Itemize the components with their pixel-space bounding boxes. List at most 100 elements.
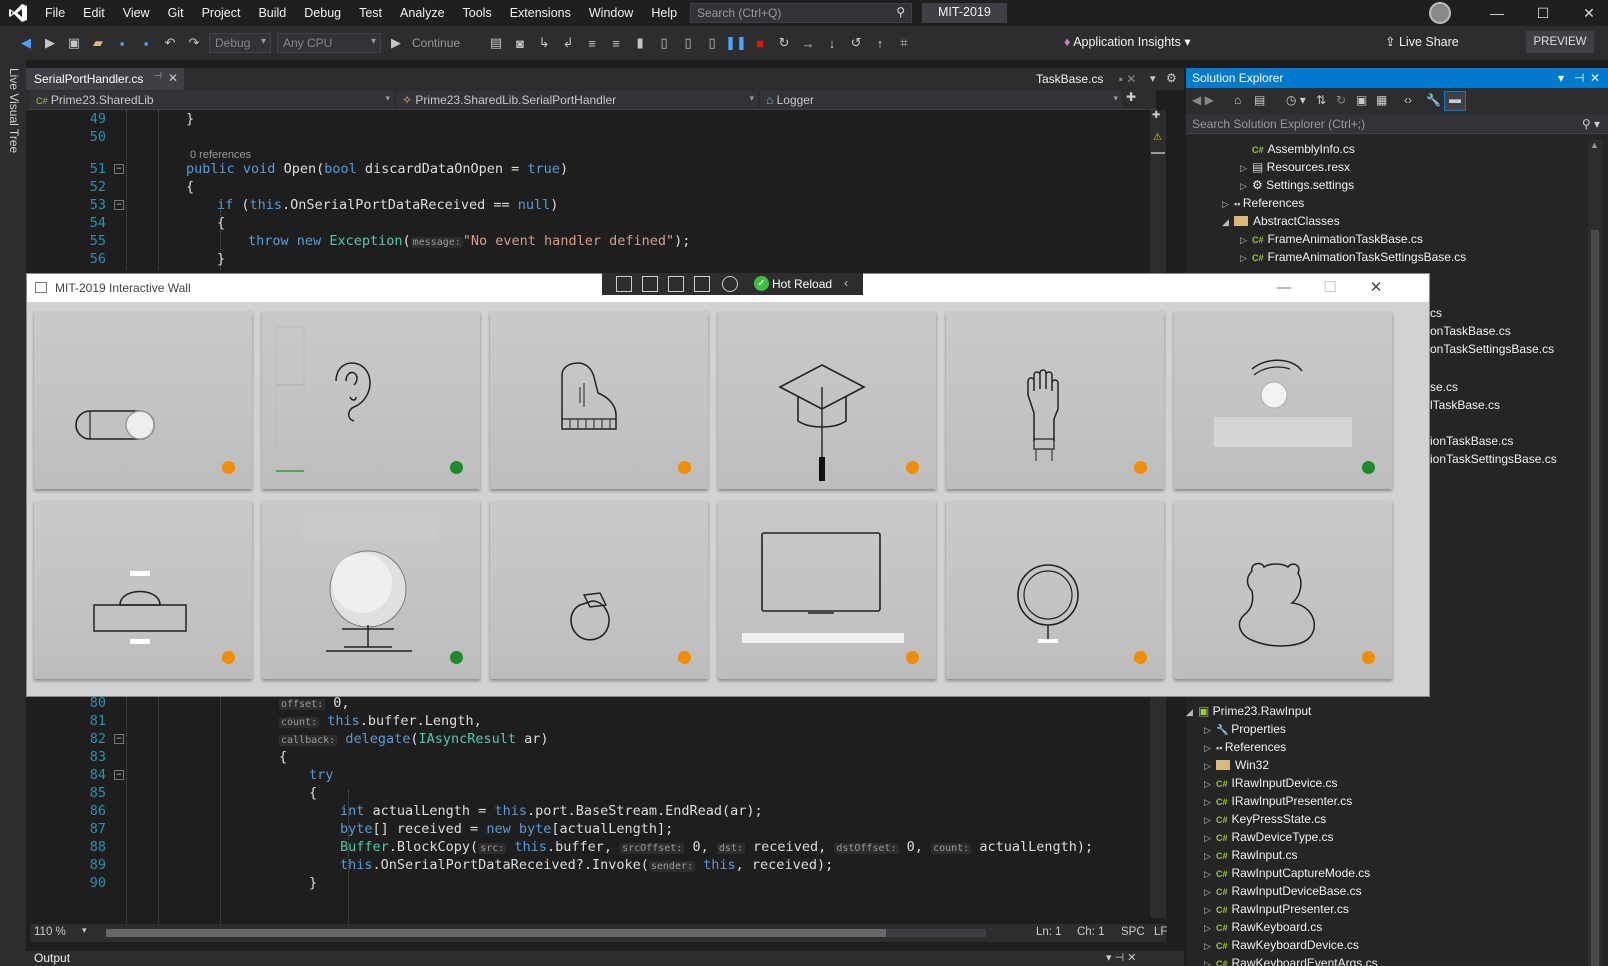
minimize-button[interactable]: — [1474, 0, 1520, 26]
play-icon[interactable]: ▶ [387, 34, 405, 52]
tab-taskbase[interactable]: TaskBase.cs ▪ ✕ [1036, 72, 1136, 86]
tree-item[interactable]: ◢ AbstractClasses [1222, 212, 1340, 230]
go-to-live-tree-icon[interactable] [616, 276, 632, 292]
sync-icon[interactable]: ⇅ [1316, 93, 1326, 107]
member-dropdown[interactable]: ⌂ Logger [760, 91, 1122, 109]
back-icon[interactable]: ◀ [17, 34, 35, 52]
tile-service-bell[interactable] [34, 501, 252, 679]
diagnostics-icon[interactable]: ⌗ [895, 34, 913, 52]
tile-computer-monitor[interactable] [718, 501, 936, 679]
tree-item[interactable]: ▷ C# RawKeyboard.cs [1204, 918, 1322, 936]
live-visual-tree-tab[interactable]: Live Visual Tree [7, 68, 21, 153]
display-adorners-icon[interactable] [668, 276, 684, 292]
settings-gear-icon[interactable]: ⚙ [1166, 71, 1177, 85]
menu-view[interactable]: View [114, 0, 159, 26]
expanded-arrow-icon[interactable]: ◢ [1222, 213, 1234, 231]
step-back-icon[interactable]: ↺ [847, 34, 865, 52]
collapsed-arrow-icon[interactable]: ▷ [1204, 739, 1216, 757]
tile-globe[interactable] [262, 501, 480, 679]
history-icon[interactable]: ◷ ▾ [1286, 93, 1306, 107]
solution-explorer-search[interactable]: Search Solution Explorer (Ctrl+;) ⚲ ▾ [1186, 114, 1608, 134]
view-code-icon[interactable]: ‹› [1404, 93, 1412, 107]
collapsed-arrow-icon[interactable]: ▷ [1204, 829, 1216, 847]
tree-item[interactable]: ▷ C# RawDeviceType.cs [1204, 828, 1334, 846]
outdent-icon[interactable]: ≡ [607, 34, 625, 52]
undo-icon[interactable]: ↶ [161, 34, 179, 52]
collapsed-arrow-icon[interactable]: ▷ [1240, 231, 1252, 249]
step-into-icon[interactable]: ↓ [823, 34, 841, 52]
menu-tools[interactable]: Tools [454, 0, 501, 26]
code-line[interactable]: 82 callback: delegate(IAsyncResult ar) − [30, 730, 1140, 748]
tile-raised-hand[interactable] [946, 311, 1164, 489]
horizontal-scrollbar[interactable] [106, 929, 986, 937]
tree-item[interactable]: ▷ 🔧 Properties [1204, 720, 1286, 738]
menu-project[interactable]: Project [193, 0, 250, 26]
continue-button[interactable]: Continue [412, 36, 460, 50]
menu-analyze[interactable]: Analyze [391, 0, 453, 26]
pin-icon[interactable]: ⊣ [153, 71, 162, 82]
tree-item-partial[interactable]: se.cs [1430, 378, 1458, 396]
forward-icon[interactable]: ▶ [41, 34, 59, 52]
tree-item[interactable]: ▷ ▪▪ References [1222, 194, 1304, 212]
code-line[interactable]: 55 throw new Exception(message: "No event … [30, 232, 1140, 250]
app-close-button[interactable]: ✕ [1353, 274, 1399, 302]
class-dropdown[interactable]: ✧ Prime23.SharedLib.SerialPortHandler [396, 91, 758, 109]
solution-explorer-scrollbar[interactable]: ▲ [1588, 140, 1602, 966]
app-maximize-button[interactable]: ☐ [1307, 274, 1353, 302]
expanded-arrow-icon[interactable]: ◢ [1186, 703, 1198, 721]
collapsed-arrow-icon[interactable]: ▷ [1204, 937, 1216, 955]
tree-item[interactable]: ▷ C# RawKeyboardEventArgs.cs [1204, 954, 1378, 966]
pin-icon[interactable]: ⊣ [1574, 71, 1584, 85]
close-icon[interactable]: ✕ [1590, 71, 1600, 85]
tree-item[interactable]: ▷ C# RawInput.cs [1204, 846, 1298, 864]
collapsed-arrow-icon[interactable]: ▷ [1240, 249, 1252, 267]
avatar[interactable] [1429, 2, 1451, 24]
bookmark-icon[interactable]: ▮ [631, 34, 649, 52]
zoom-select[interactable]: 110 % [34, 926, 66, 938]
collapsed-arrow-icon[interactable]: ▷ [1204, 919, 1216, 937]
tree-item[interactable]: ◢ ▣ Prime23.RawInput [1186, 702, 1311, 720]
split-icon[interactable]: ✚ [1126, 90, 1136, 104]
tile-toggle-switch[interactable] [34, 311, 252, 489]
code-line[interactable]: 89 this.OnSerialPortDataReceived?.Invoke(… [30, 856, 1140, 874]
new-project-icon[interactable]: ▣ [65, 34, 83, 52]
application-insights-button[interactable]: ♦ Application Insights ▾ [1064, 34, 1191, 49]
tree-item[interactable]: ▷ C# RawInputDeviceBase.cs [1204, 882, 1362, 900]
pause-icon[interactable]: ❚❚ [725, 34, 747, 52]
tree-item[interactable]: ▷ C# IRawInputPresenter.cs [1204, 792, 1352, 810]
tree-item[interactable]: ▷ C# FrameAnimationTaskSettingsBase.cs [1240, 248, 1466, 266]
dropdown-icon[interactable]: ▾ [1558, 71, 1564, 85]
collapsed-arrow-icon[interactable]: ▷ [1204, 793, 1216, 811]
stop-icon[interactable]: ■ [751, 34, 769, 52]
menu-extensions[interactable]: Extensions [501, 0, 580, 26]
tree-item[interactable]: ▷ C# FrameAnimationTaskBase.cs [1240, 230, 1423, 248]
whitespace-indicator[interactable]: SPC [1121, 926, 1145, 938]
step-out-icon[interactable]: ↑ [871, 34, 889, 52]
close-tab-icon[interactable]: ✕ [168, 71, 178, 85]
tree-item[interactable]: ▷ C# RawInputPresenter.cs [1204, 900, 1349, 918]
preview-button[interactable]: PREVIEW [1526, 31, 1594, 53]
search-input[interactable]: Search (Ctrl+Q) ⚲ [690, 3, 912, 23]
output-panel-tab[interactable]: Output ▾ ⊣ ✕ [26, 951, 1184, 966]
tree-item-partial[interactable]: cs [1430, 304, 1442, 322]
collapsed-arrow-icon[interactable]: ▷ [1240, 159, 1252, 177]
code-line[interactable]: 87 byte[] received = new byte[actualLengt… [30, 820, 1140, 838]
tile-magnifier-mirror[interactable] [946, 501, 1164, 679]
hot-reload-label[interactable]: Hot Reload [772, 277, 832, 291]
close-button[interactable]: ✕ [1566, 0, 1608, 26]
tab-serialporthandler[interactable]: SerialPortHandler.cs ⊣ ✕ [26, 68, 184, 90]
browse-icon[interactable]: ▤ [487, 34, 505, 52]
tree-item[interactable]: ▷ C# RawInputCaptureMode.cs [1204, 864, 1370, 882]
code-line[interactable]: 90} [30, 874, 1140, 892]
menu-window[interactable]: Window [580, 0, 642, 26]
tree-item[interactable]: ▷ C# IRawInputDevice.cs [1204, 774, 1338, 792]
open-folder-icon[interactable]: ▰ [89, 34, 107, 52]
bookmark-prev-icon[interactable]: ▯ [655, 34, 673, 52]
collapse-toggle-icon[interactable]: − [114, 734, 124, 744]
menu-file[interactable]: File [36, 0, 74, 26]
collapsed-arrow-icon[interactable]: ▷ [1204, 775, 1216, 793]
refresh-icon[interactable]: ↻ [1336, 93, 1346, 107]
collapsed-arrow-icon[interactable]: ▷ [1204, 721, 1216, 739]
menu-git[interactable]: Git [159, 0, 193, 26]
tile-ring[interactable] [490, 501, 708, 679]
